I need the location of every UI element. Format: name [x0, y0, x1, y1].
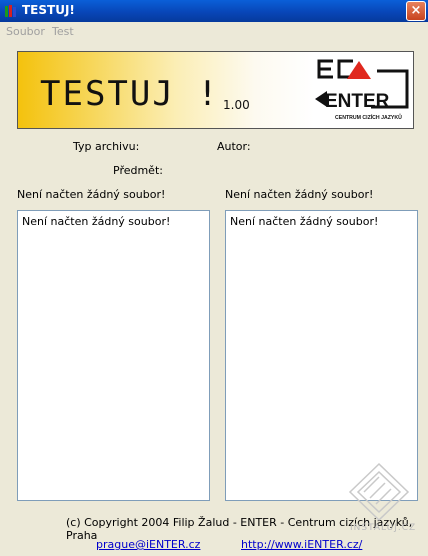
header-banner: TESTUJ ! 1.00 ENTER CENTRUM CIZÍCH JAZYK…: [17, 51, 414, 129]
right-text-panel[interactable]: Není načten žádný soubor!: [225, 210, 418, 501]
website-link[interactable]: http://www.iENTER.cz/: [241, 538, 362, 551]
author-label: Autor:: [217, 140, 251, 153]
close-button[interactable]: ×: [406, 1, 426, 21]
enter-logo: ENTER CENTRUM CIZÍCH JAZYKŮ: [315, 59, 409, 121]
subject-label: Předmět:: [113, 164, 163, 177]
menu-soubor[interactable]: Soubor: [6, 25, 45, 38]
email-link[interactable]: prague@iENTER.cz: [96, 538, 200, 551]
window-title: TESTUJ!: [22, 3, 75, 17]
version-label: 1.00: [223, 98, 250, 112]
archive-type-label: Typ archivu:: [73, 140, 140, 153]
banner-title: TESTUJ !: [40, 74, 220, 114]
left-status-label: Není načten žádný soubor!: [17, 188, 166, 201]
right-status-label: Není načten žádný soubor!: [225, 188, 374, 201]
menu-test[interactable]: Test: [52, 25, 74, 38]
left-text-panel[interactable]: Není načten žádný soubor!: [17, 210, 210, 501]
watermark-logo-icon: [348, 462, 410, 522]
menu-bar: Soubor Test: [0, 22, 428, 41]
right-panel-content: Není načten žádný soubor!: [230, 215, 379, 228]
app-window: TESTUJ! × Soubor Test TESTUJ ! 1.00 ENTE…: [0, 0, 428, 556]
app-books-icon: [5, 5, 16, 17]
title-bar[interactable]: TESTUJ! ×: [0, 0, 428, 22]
watermark-text: INSTALUJ.CZ: [350, 523, 417, 533]
left-panel-content: Není načten žádný soubor!: [22, 215, 171, 228]
logo-text: ENTER: [325, 91, 390, 112]
logo-subtitle: CENTRUM CIZÍCH JAZYKŮ: [335, 113, 402, 121]
